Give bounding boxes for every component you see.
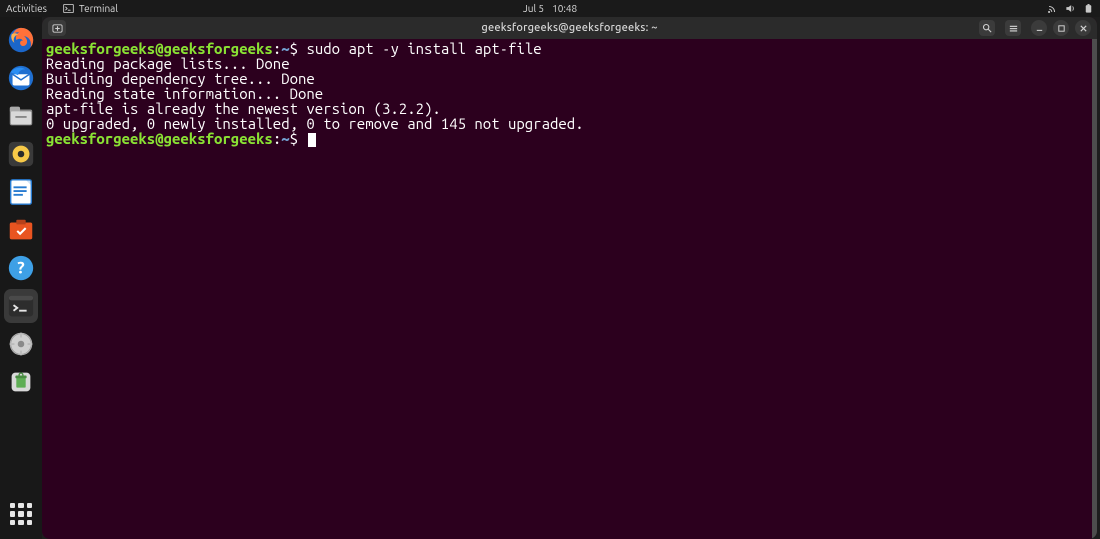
volume-icon[interactable] xyxy=(1065,3,1076,14)
trash-icon xyxy=(6,367,36,397)
new-tab-button[interactable] xyxy=(48,20,66,36)
dock: ? xyxy=(0,17,42,539)
command-1: sudo apt -y install apt-file xyxy=(306,40,541,57)
hamburger-icon xyxy=(1008,23,1019,34)
dock-help[interactable]: ? xyxy=(4,251,38,285)
dock-thunderbird[interactable] xyxy=(4,61,38,95)
terminal-body[interactable]: geeksforgeeks@geeksforgeeks:~$ sudo apt … xyxy=(42,39,1097,539)
close-button[interactable] xyxy=(1075,20,1091,36)
dock-terminal[interactable] xyxy=(4,289,38,323)
apps-grid-icon xyxy=(10,503,32,525)
prompt-symbol-2: $ xyxy=(290,130,307,147)
rhythmbox-icon xyxy=(6,139,36,169)
minimize-icon xyxy=(1035,24,1044,33)
show-applications-button[interactable] xyxy=(4,497,38,531)
power-icon[interactable] xyxy=(1083,3,1094,14)
dock-firefox[interactable] xyxy=(4,23,38,57)
search-icon xyxy=(982,23,992,33)
time-label: 10:48 xyxy=(552,3,577,14)
svg-text:?: ? xyxy=(17,259,24,278)
libreoffice-writer-icon xyxy=(6,177,36,207)
firefox-icon xyxy=(6,25,36,55)
app-indicator[interactable]: Terminal xyxy=(63,3,118,14)
maximize-icon xyxy=(1057,24,1066,33)
new-tab-plus-icon xyxy=(52,23,63,34)
terminal-header-bar: geeksforgeeks@geeksforgeeks: ~ xyxy=(42,17,1097,39)
help-icon: ? xyxy=(6,253,36,283)
close-icon xyxy=(1079,24,1088,33)
app-indicator-label: Terminal xyxy=(79,3,118,14)
terminal-small-icon xyxy=(63,3,74,14)
prompt-colon-2: : xyxy=(273,130,281,147)
disk-icon xyxy=(6,329,36,359)
prompt-cwd-2: ~ xyxy=(281,130,289,147)
clock[interactable]: Jul 5 10:48 xyxy=(523,3,577,14)
terminal-window: geeksforgeeks@geeksforgeeks: ~ geeksforg… xyxy=(42,17,1097,539)
prompt-user-2: geeksforgeeks@geeksforgeeks xyxy=(46,130,273,147)
thunderbird-icon xyxy=(6,63,36,93)
network-icon[interactable] xyxy=(1047,3,1058,14)
ubuntu-software-icon xyxy=(6,215,36,245)
prompt-symbol: $ xyxy=(290,40,307,57)
terminal-menu-button[interactable] xyxy=(1005,20,1021,36)
dock-files[interactable] xyxy=(4,99,38,133)
activities-button[interactable]: Activities xyxy=(6,3,47,14)
dock-trash[interactable] xyxy=(4,365,38,399)
minimize-button[interactable] xyxy=(1031,20,1047,36)
dock-libreoffice-writer[interactable] xyxy=(4,175,38,209)
terminal-search-button[interactable] xyxy=(979,20,995,36)
dock-ubuntu-software[interactable] xyxy=(4,213,38,247)
files-icon xyxy=(6,101,36,131)
maximize-button[interactable] xyxy=(1053,20,1069,36)
terminal-icon xyxy=(6,291,36,321)
top-menu-bar: Activities Terminal Jul 5 10:48 xyxy=(0,0,1100,17)
dock-rhythmbox[interactable] xyxy=(4,137,38,171)
cursor xyxy=(308,133,316,147)
terminal-title: geeksforgeeks@geeksforgeeks: ~ xyxy=(481,22,657,34)
date-label: Jul 5 xyxy=(523,3,544,14)
dock-disk[interactable] xyxy=(4,327,38,361)
